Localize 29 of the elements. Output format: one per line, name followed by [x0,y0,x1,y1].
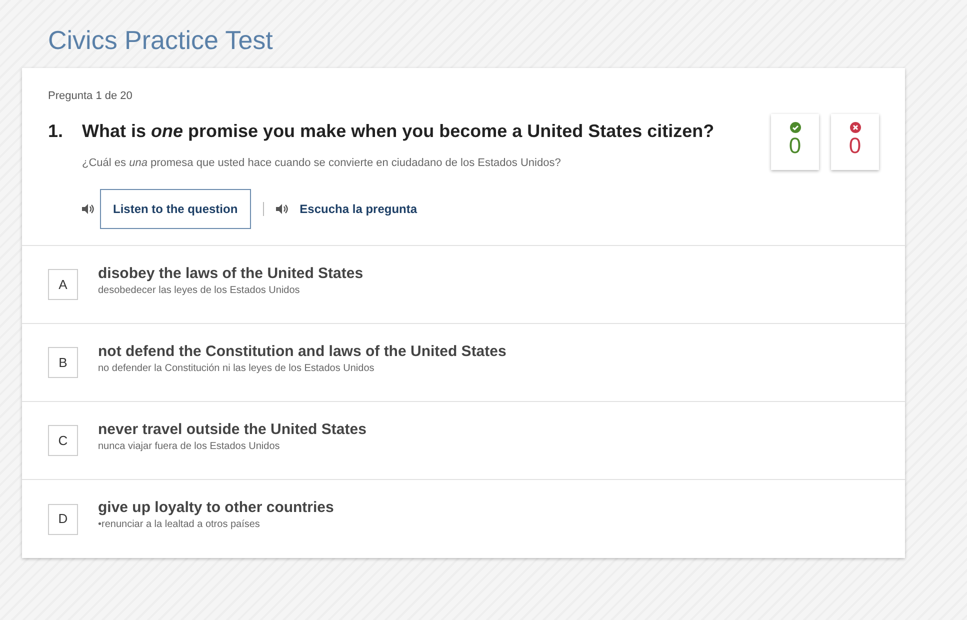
option-letter: D [48,504,78,534]
speaker-icon [276,204,288,214]
answer-option[interactable]: B not defend the Constitution and laws of the United States no defender la Constitución ni las leyes de los Estados Unidos [22,324,905,402]
listen-button[interactable]: Escucha la pregunta [294,189,424,229]
option-letter: A [48,269,78,300]
check-circle-icon [790,122,800,133]
option-translation: •renunciar a la lealtad a otros países [98,518,261,532]
option-text: give up loyalty to other countries [98,498,334,518]
option-letter: C [48,425,78,456]
question-text: What is one promise you make when you become a United States citizen? [82,120,714,142]
x-circle-icon [850,122,860,133]
question-number: 1. [48,120,64,142]
option-translation: no defender la Constitución ni las leyes de los Estados Unidos [98,362,376,376]
option-text: not defend the Constitution and laws of the United States [98,342,506,362]
question-translation: ¿Cuál es una promesa que usted hace cuando se convierte en ciudadano de los Estados Unidos? [82,156,562,170]
listen-button[interactable]: Listen to the question [100,189,251,229]
score-count: 0 [788,133,802,159]
page-title: Civics Practice Test [48,24,274,56]
score-count: 0 [848,133,862,159]
answer-option[interactable]: D give up loyalty to other countries •renunciar a la lealtad a otros países [22,480,905,558]
option-text: disobey the laws of the United States [98,264,364,284]
option-letter: B [48,347,78,378]
answer-option[interactable]: A disobey the laws of the United States desobedecer las leyes de los Estados Unidos [22,246,905,324]
answer-option[interactable]: C never travel outside the United States nunca viajar fuera de los Estados Unidos [22,402,905,480]
option-translation: desobedecer las leyes de los Estados Unidos [98,284,301,298]
speaker-icon [82,204,94,214]
option-text: never travel outside the United States [98,420,366,440]
option-translation: nunca viajar fuera de los Estados Unidos [98,440,281,454]
question-counter: Pregunta 1 de 20 [48,89,134,104]
